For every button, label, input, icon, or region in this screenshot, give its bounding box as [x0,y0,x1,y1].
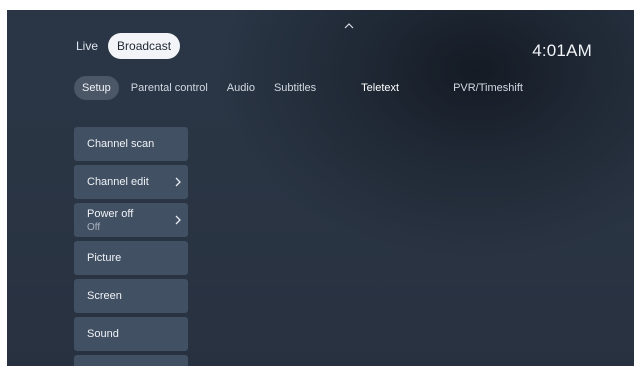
menu-item-label: Picture [87,252,122,264]
mode-broadcast-tab[interactable]: Broadcast [108,33,181,59]
menu-item-channel-scan[interactable]: Channel scan [74,127,188,161]
tab-pvr-timeshift[interactable]: PVR/Timeshift [445,76,531,100]
chevron-right-icon [174,176,182,188]
mode-switch: Live Broadcast [76,33,181,59]
menu-item-next[interactable] [74,355,188,366]
menu-item-screen[interactable]: Screen [74,279,188,313]
menu-item-sound[interactable]: Sound [74,317,188,351]
mode-live-tab[interactable]: Live [76,39,98,53]
tab-setup[interactable]: Setup [74,76,119,100]
menu-item-label: Screen [87,290,122,302]
menu-item-label: Sound [87,328,119,340]
tab-teletext[interactable]: Teletext [353,76,407,100]
menu-item-label: Channel scan [87,138,155,150]
menu-item-label: Power off [87,207,134,220]
menu-item-power-off[interactable]: Power off Off [74,203,188,237]
menu-item-label: Channel edit [87,176,149,188]
tab-audio[interactable]: Audio [219,76,263,100]
tab-subtitles[interactable]: Subtitles [266,76,324,100]
setup-menu: Channel scan Channel edit Power off Off [74,127,188,366]
clock: 4:01AM [532,41,592,60]
menu-item-channel-edit[interactable]: Channel edit [74,165,188,199]
tab-parental-control[interactable]: Parental control [123,76,216,100]
chevron-up-icon[interactable] [342,18,356,29]
settings-tabs: Setup Parental control Audio Subtitles T… [74,76,534,100]
chevron-right-icon [174,214,182,226]
menu-item-picture[interactable]: Picture [74,241,188,275]
tv-settings-screen: Live Broadcast 4:01AM Setup Parental con… [7,10,634,366]
menu-item-value: Off [87,221,101,233]
